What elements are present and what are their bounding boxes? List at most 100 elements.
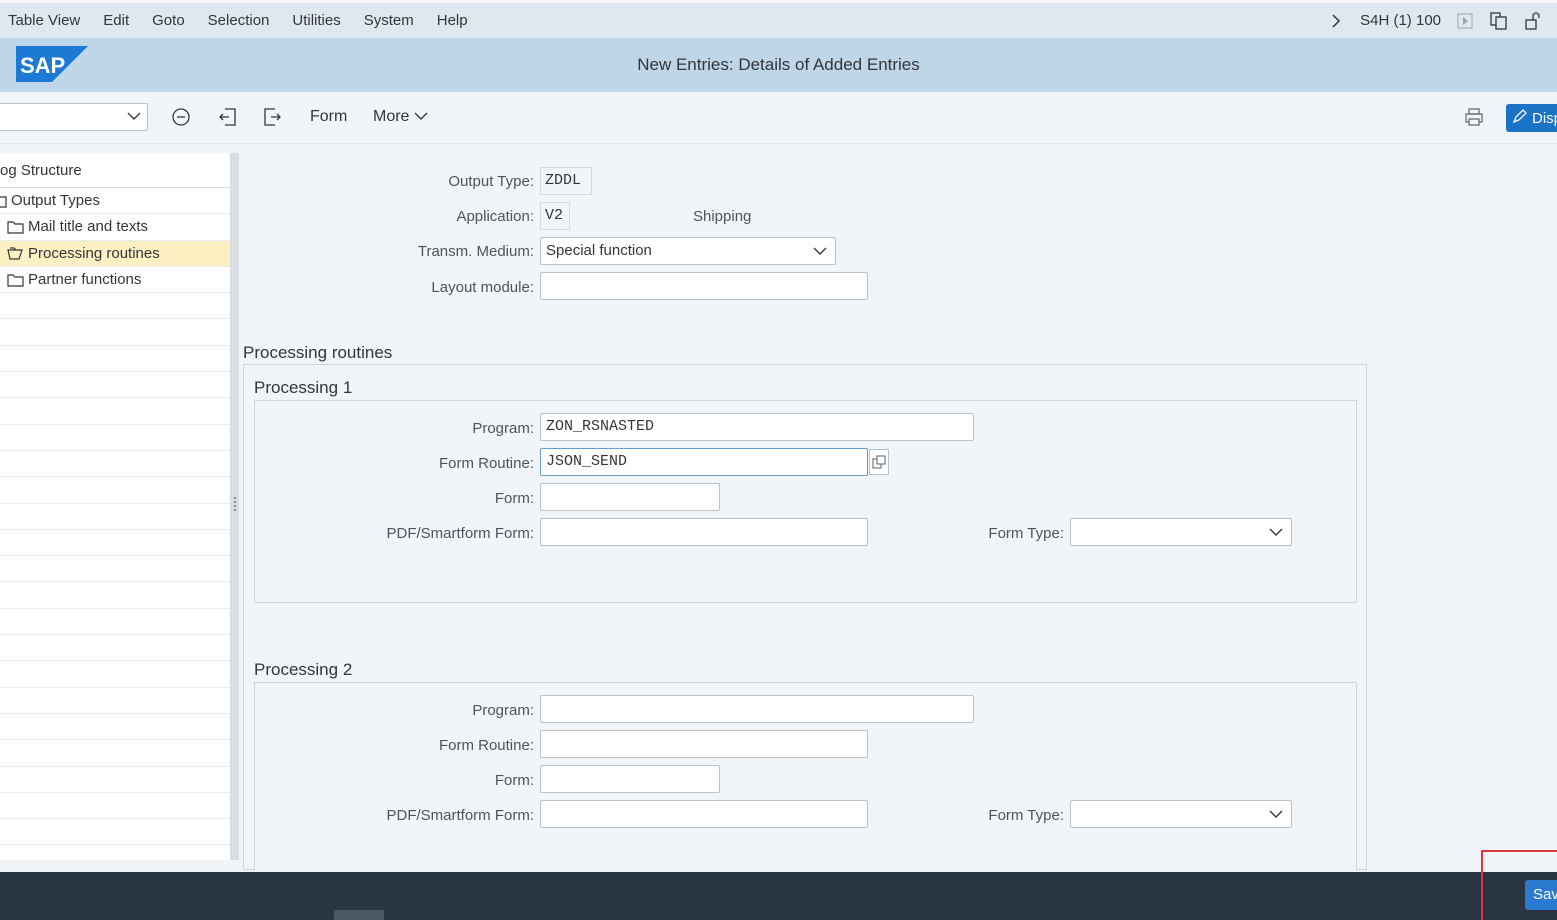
transm-medium-select[interactable]: Special function — [540, 237, 836, 265]
tree-empty-row — [0, 714, 230, 741]
play-icon[interactable] — [1455, 11, 1475, 31]
pdf-smartform-1-input[interactable] — [540, 518, 868, 546]
program-1-input[interactable]: ZON_RSNASTED — [540, 413, 974, 441]
menu-table-view[interactable]: Table View — [8, 12, 91, 29]
more-button[interactable]: More — [373, 108, 428, 126]
output-type-label: Output Type: — [448, 173, 534, 190]
splitter-grip[interactable] — [234, 497, 236, 511]
menu-system[interactable]: System — [364, 12, 425, 29]
form-label: Form: — [494, 772, 534, 789]
title-bar: SAP New Entries: Details of Added Entrie… — [0, 38, 1557, 92]
tree-item-partner-functions[interactable]: Partner functions — [0, 267, 230, 294]
system-info[interactable]: S4H (1) 100 — [1360, 12, 1441, 29]
horizontal-scroll-thumb[interactable] — [334, 910, 384, 920]
tree-empty-row — [0, 530, 230, 557]
form-type-label: Form Type: — [988, 525, 1064, 542]
more-label: More — [373, 108, 410, 125]
value-help-icon[interactable] — [869, 449, 889, 475]
tree-empty-row — [0, 504, 230, 530]
print-icon[interactable] — [1463, 106, 1485, 128]
folder-icon — [7, 272, 25, 288]
folder-icon — [7, 219, 25, 235]
dialog-structure-tree: og Structure Output Types Mail title and… — [0, 153, 231, 860]
tree-empty-row — [0, 793, 230, 820]
display-label: Disp — [1532, 109, 1557, 127]
tree-empty-row — [0, 688, 230, 714]
layout-module-input[interactable] — [540, 272, 868, 300]
menu-help[interactable]: Help — [437, 12, 479, 29]
form-label: Form: — [494, 490, 534, 507]
tree-item-mail-title-and-texts[interactable]: Mail title and texts — [0, 214, 230, 241]
save-highlight-annotation — [1481, 850, 1557, 920]
tree-empty-row — [0, 319, 230, 346]
form-1-input[interactable] — [540, 483, 720, 511]
tree-empty-row — [0, 556, 230, 583]
next-entry-icon[interactable] — [261, 106, 283, 128]
pdf-smartform-label: PDF/Smartform Form: — [386, 525, 534, 542]
footer-bar: Sav — [0, 872, 1557, 920]
form-routine-label: Form Routine: — [438, 455, 534, 472]
unlock-icon[interactable] — [1523, 11, 1543, 31]
program-label: Program: — [472, 702, 534, 719]
tree-empty-row — [0, 661, 230, 688]
previous-entry-icon[interactable] — [217, 106, 239, 128]
pdf-smartform-label: PDF/Smartform Form: — [386, 807, 534, 824]
form-routine-1-input[interactable]: JSON_SEND — [540, 448, 868, 476]
tree-empty-row — [0, 582, 230, 609]
pencil-glasses-icon — [1512, 108, 1528, 128]
tree-empty-row — [0, 425, 230, 451]
chevron-down-icon[interactable] — [127, 109, 141, 127]
display-button[interactable]: Disp — [1506, 104, 1557, 132]
pane-splitter[interactable] — [231, 153, 239, 860]
tree-item-label: Partner functions — [28, 271, 142, 289]
page-title: New Entries: Details of Added Entries — [637, 55, 920, 74]
program-2-input[interactable] — [540, 695, 974, 723]
application-value: V2 — [540, 202, 570, 230]
tree-item-label: Output Types — [11, 192, 100, 210]
transm-medium-value: Special function — [546, 242, 652, 259]
pdf-smartform-2-input[interactable] — [540, 800, 868, 828]
processing-1-title: Processing 1 — [254, 378, 353, 397]
form-type-1-select[interactable] — [1070, 518, 1292, 546]
menubar-right: S4H (1) 100 — [1326, 3, 1543, 38]
menu-bar: Table View Edit Goto Selection Utilities… — [0, 0, 1557, 38]
minus-circle-icon[interactable] — [170, 106, 192, 128]
tree-empty-row — [0, 398, 230, 425]
tree-item-label: Processing routines — [28, 244, 160, 262]
chevron-down-icon — [813, 244, 827, 262]
tree-empty-row — [0, 609, 230, 636]
tree-empty-row — [0, 451, 230, 478]
folder-open-icon — [7, 245, 25, 261]
chevron-right-icon[interactable] — [1326, 11, 1346, 31]
tree-item-output-types[interactable]: Output Types — [0, 188, 230, 215]
tree-item-processing-routines[interactable]: Processing routines — [0, 240, 230, 267]
form-2-input[interactable] — [540, 765, 720, 793]
form-routine-2-input[interactable] — [540, 730, 868, 758]
processing-routines-title: Processing routines — [243, 343, 393, 362]
new-session-icon[interactable] — [1489, 11, 1509, 31]
form-button[interactable]: Form — [310, 108, 347, 126]
menu-selection[interactable]: Selection — [208, 12, 281, 29]
command-field[interactable] — [0, 103, 148, 131]
chevron-down-icon — [414, 108, 428, 125]
menu-utilities[interactable]: Utilities — [292, 12, 351, 29]
detail-form: Output Type: ZDDL Application: V2 Shippi… — [240, 145, 1557, 870]
output-type-value: ZDDL — [540, 167, 592, 195]
application-description: Shipping — [693, 208, 752, 225]
form-type-2-select[interactable] — [1070, 800, 1292, 828]
menu-goto[interactable]: Goto — [152, 12, 196, 29]
transm-medium-label: Transm. Medium: — [417, 243, 534, 260]
tree-empty-row — [0, 372, 230, 399]
application-toolbar: Form More Disp — [0, 92, 1557, 144]
processing-2-title: Processing 2 — [254, 660, 353, 679]
tree-header: og Structure — [0, 153, 230, 188]
application-label: Application: — [456, 208, 534, 225]
tree-empty-row — [0, 477, 230, 504]
form-routine-label: Form Routine: — [438, 737, 534, 754]
menu-list: Table View Edit Goto Selection Utilities… — [0, 3, 491, 38]
tree-item-label: Mail title and texts — [28, 218, 149, 236]
program-label: Program: — [472, 420, 534, 437]
menu-edit[interactable]: Edit — [103, 12, 140, 29]
tree-empty-row — [0, 819, 230, 846]
tree-empty-row — [0, 293, 230, 320]
